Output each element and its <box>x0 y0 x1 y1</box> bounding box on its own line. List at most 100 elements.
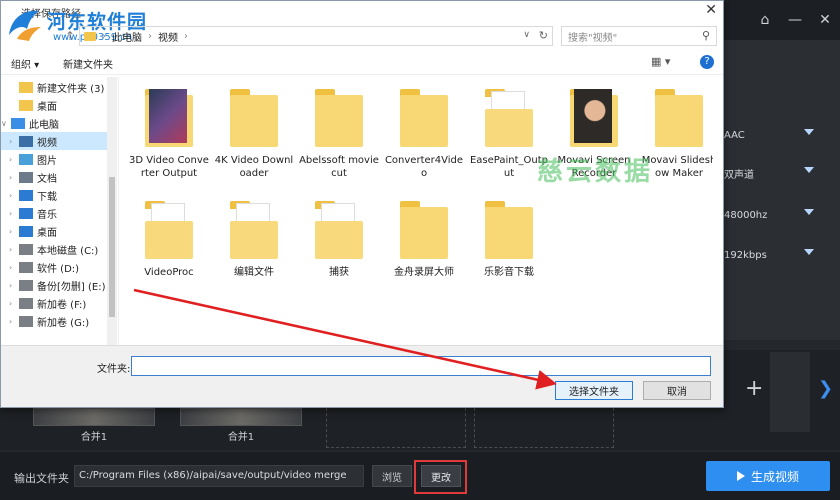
nav-scrollbar-thumb[interactable] <box>109 177 115 317</box>
address-bar: ↑ › 此电脑 › 视频 › ∨ ↻ 搜索"视频" ⚲ <box>1 23 723 49</box>
nav-item[interactable]: › 本地磁盘 (C:) <box>1 240 117 258</box>
expand-icon[interactable]: › <box>9 317 19 326</box>
expand-icon[interactable]: › <box>9 137 19 146</box>
app-window-buttons: ⌂ — ✕ <box>750 0 840 40</box>
nav-item[interactable]: › 桌面 <box>1 222 117 240</box>
folder-item[interactable]: 4K Video Downloader <box>214 87 294 180</box>
play-icon <box>736 471 745 481</box>
nav-item[interactable]: › 音乐 <box>1 204 117 222</box>
nav-item[interactable]: › 图片 <box>1 150 117 168</box>
folder-icon <box>315 87 363 151</box>
nav-item-label: 新建文件夹 (3) <box>37 83 105 95</box>
folder-icon <box>570 87 618 151</box>
folder-icon <box>315 199 363 263</box>
nav-item-label: 桌面 <box>37 101 57 113</box>
folder-item[interactable]: 捕获 <box>299 199 379 279</box>
close-icon[interactable]: ✕ <box>705 2 717 18</box>
breadcrumb-item[interactable]: 视频 <box>158 29 178 44</box>
folder-name: 捕获 <box>329 267 349 278</box>
generate-video-button[interactable]: 生成视频 <box>706 461 830 491</box>
disk-icon <box>19 243 33 255</box>
expand-icon[interactable]: › <box>9 281 19 290</box>
search-input[interactable]: 搜索"视频" ⚲ <box>561 26 717 46</box>
organize-button[interactable]: 组织 ▾ <box>11 56 39 71</box>
audio-codec-select[interactable]: AAC <box>720 124 816 146</box>
new-folder-button[interactable]: 新建文件夹 <box>63 56 113 71</box>
breadcrumb-item[interactable]: 此电脑 <box>112 29 142 44</box>
clip-thumbnail[interactable] <box>180 408 302 426</box>
folder-icon <box>19 81 33 93</box>
view-options-icon[interactable]: ▦ ▾ <box>651 55 670 68</box>
folder-icon <box>145 199 193 263</box>
nav-item-label: 下载 <box>37 191 57 203</box>
close-icon[interactable]: ✕ <box>810 0 840 40</box>
folder-input[interactable] <box>131 356 711 376</box>
video-icon <box>19 135 33 147</box>
nav-item[interactable]: › 备份[勿删] (E:) <box>1 276 117 294</box>
document-icon <box>19 171 33 183</box>
nav-item[interactable]: › 软件 (D:) <box>1 258 117 276</box>
bitrate-select[interactable]: 192kbps <box>720 244 816 266</box>
folder-item[interactable]: 编辑文件 <box>214 199 294 279</box>
nav-item[interactable]: › 新加卷 (G:) <box>1 312 117 330</box>
folder-field-label: 文件夹: <box>97 364 131 375</box>
empty-clip-slot[interactable] <box>326 408 466 448</box>
expand-icon[interactable]: › <box>9 191 19 200</box>
empty-clip-slot[interactable] <box>474 408 614 448</box>
cancel-button[interactable]: 取消 <box>643 381 711 400</box>
dialog-toolbar: 组织 ▾ 新建文件夹 ▦ ▾ ? <box>1 51 723 75</box>
expand-icon[interactable]: › <box>9 299 19 308</box>
folder-item[interactable]: 金舟录屏大师 <box>384 199 464 279</box>
folder-item[interactable]: Abelssoft moviecut <box>299 87 379 180</box>
generate-video-label: 生成视频 <box>750 469 799 484</box>
expand-icon[interactable]: › <box>9 245 19 254</box>
folder-icon <box>230 87 278 151</box>
minimize-icon[interactable]: — <box>780 0 810 40</box>
play-icon[interactable] <box>770 352 810 432</box>
folder-item[interactable]: 3D Video Converter Output <box>129 87 209 180</box>
folder-name: 4K Video Downloader <box>214 155 294 179</box>
add-clip-icon[interactable]: + <box>745 376 763 401</box>
disk-icon <box>19 315 33 327</box>
select-folder-button[interactable]: 选择文件夹 <box>555 381 633 400</box>
file-scrollbar[interactable] <box>713 77 723 345</box>
refresh-icon[interactable]: ↻ <box>539 29 548 42</box>
address-box[interactable]: › 此电脑 › 视频 › ∨ ↻ <box>79 26 553 46</box>
folder-icon <box>485 87 533 151</box>
expand-icon[interactable]: › <box>9 209 19 218</box>
folder-icon <box>84 31 96 41</box>
file-list: 3D Video Converter Output 4K Video Downlo… <box>121 77 721 345</box>
nav-item[interactable]: › 文档 <box>1 168 117 186</box>
nav-item-label: 新加卷 (G:) <box>37 317 90 329</box>
channel-select[interactable]: 双声道 <box>720 162 816 184</box>
expand-icon[interactable]: › <box>9 173 19 182</box>
up-arrow-icon[interactable]: ↑ <box>65 29 75 43</box>
nav-item[interactable]: › 视频 <box>1 132 117 150</box>
folder-item[interactable]: Converter4Video <box>384 87 464 180</box>
nav-item[interactable]: 桌面 <box>1 96 117 114</box>
home-icon[interactable]: ⌂ <box>750 0 780 40</box>
output-path-field[interactable]: C:/Program Files (x86)/aipai/save/output… <box>74 465 364 487</box>
breadcrumb-separator: › <box>148 30 152 42</box>
nav-item[interactable]: ∨ 此电脑 <box>1 114 117 132</box>
browse-button[interactable]: 浏览 <box>372 465 412 487</box>
expand-icon[interactable]: › <box>9 155 19 164</box>
nav-item[interactable]: › 新加卷 (F:) <box>1 294 117 312</box>
clip-thumbnail[interactable] <box>33 408 155 426</box>
help-icon[interactable]: ? <box>700 55 714 69</box>
sample-rate-select[interactable]: 48000hz <box>720 204 816 226</box>
bitrate-value: 192kbps <box>724 249 767 261</box>
nav-item[interactable]: 新建文件夹 (3) <box>1 78 117 96</box>
folder-item[interactable]: 乐影音下载 <box>469 199 549 279</box>
chevron-right-icon[interactable]: ❯ <box>818 378 833 399</box>
expand-icon[interactable]: › <box>9 263 19 272</box>
computer-icon <box>11 117 25 129</box>
picture-icon <box>19 153 33 165</box>
expand-icon[interactable]: ∨ <box>1 119 11 128</box>
chevron-down-icon[interactable]: ∨ <box>523 30 530 40</box>
expand-icon[interactable]: › <box>9 227 19 236</box>
navigation-pane: 新建文件夹 (3) 桌面 ∨ 此电脑 › 视频 › 图片 › 文档 › 下载 › 音乐 › 桌面 › 本地磁盘 (… <box>1 77 119 345</box>
nav-scrollbar[interactable] <box>107 77 117 345</box>
nav-item[interactable]: › 下载 <box>1 186 117 204</box>
folder-item[interactable]: VideoProc <box>129 199 209 279</box>
